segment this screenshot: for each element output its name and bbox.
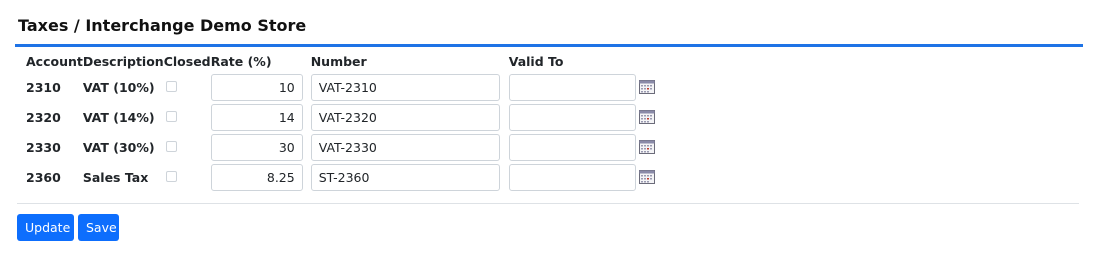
description-cell: VAT (10%) [82, 79, 155, 95]
rate-input[interactable] [210, 103, 303, 131]
number-input[interactable] [310, 133, 500, 161]
calendar-icon[interactable] [638, 140, 655, 154]
valid-to-input[interactable] [508, 103, 636, 131]
number-input[interactable] [310, 73, 500, 101]
table-row: 2310 VAT (10%) [20, 72, 659, 102]
description-cell: VAT (30%) [82, 139, 155, 155]
number-input[interactable] [310, 163, 500, 191]
calendar-icon[interactable] [638, 110, 655, 124]
description-cell: VAT (14%) [82, 109, 155, 125]
header-description: Description [82, 53, 164, 69]
valid-to-input[interactable] [508, 163, 636, 191]
valid-to-input[interactable] [508, 133, 636, 161]
account-cell: 2330 [26, 139, 61, 155]
closed-checkbox[interactable] [165, 80, 177, 92]
rate-input[interactable] [210, 133, 303, 161]
update-button[interactable]: Update [17, 214, 74, 241]
table-header-row: Account Description Closed Rate (%) Numb… [20, 50, 659, 72]
description-cell: Sales Tax [82, 169, 149, 185]
page-title: Taxes / Interchange Demo Store [18, 16, 307, 35]
table-row: 2330 VAT (30%) [20, 132, 659, 162]
save-button[interactable]: Save [78, 214, 119, 241]
rate-input[interactable] [210, 163, 303, 191]
rate-input[interactable] [210, 73, 303, 101]
header-valid-to: Valid To [508, 53, 564, 69]
account-cell: 2310 [26, 79, 61, 95]
valid-to-input[interactable] [508, 73, 636, 101]
closed-checkbox[interactable] [165, 140, 177, 152]
calendar-icon[interactable] [638, 80, 655, 94]
closed-checkbox[interactable] [165, 110, 177, 122]
table-row: 2360 Sales Tax [20, 162, 659, 192]
account-cell: 2320 [26, 109, 61, 125]
table-row: 2320 VAT (14%) [20, 102, 659, 132]
number-input[interactable] [310, 103, 500, 131]
form-divider [17, 203, 1079, 204]
taxes-page: Taxes / Interchange Demo Store Account D… [0, 0, 1100, 259]
header-account: Account [26, 53, 83, 69]
header-number: Number [310, 53, 367, 69]
closed-checkbox[interactable] [165, 170, 177, 182]
header-closed: Closed [163, 53, 211, 69]
header-rate: Rate (%) [210, 53, 272, 69]
taxes-table: Account Description Closed Rate (%) Numb… [20, 50, 659, 192]
calendar-icon[interactable] [638, 170, 655, 184]
account-cell: 2360 [26, 169, 61, 185]
title-divider [15, 44, 1083, 47]
